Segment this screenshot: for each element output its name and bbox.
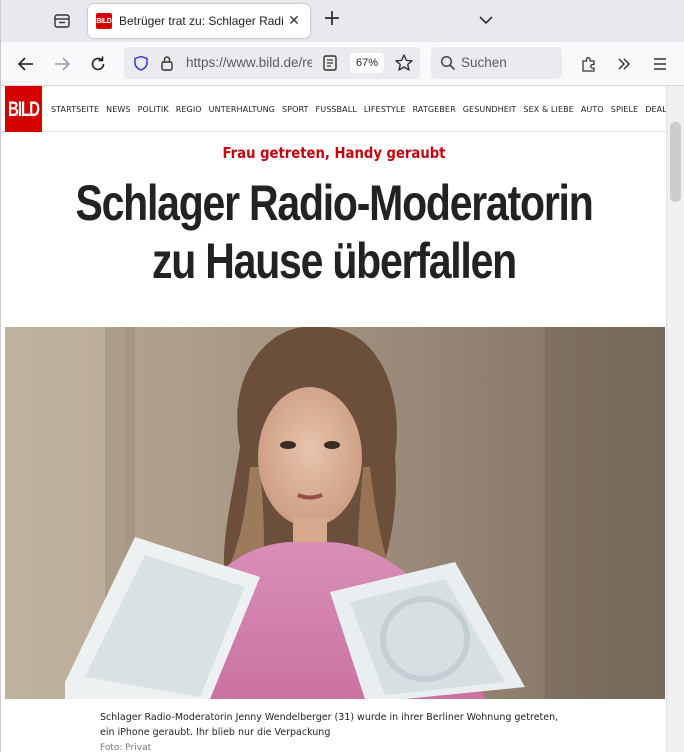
photo-credit: Foto: Privat bbox=[100, 743, 152, 752]
site-navigation: BILD STARTSEITE NEWS POLITIK REGIO UNTER… bbox=[1, 86, 666, 132]
url-text[interactable]: https://www.bild.de/regional/berlin bbox=[186, 55, 312, 70]
more-tools-button[interactable] bbox=[611, 51, 637, 77]
nav-item-lifestyle[interactable]: LIFESTYLE bbox=[364, 105, 406, 114]
nav-item-news[interactable]: NEWS bbox=[106, 105, 130, 114]
nav-item-regio[interactable]: REGIO bbox=[176, 105, 202, 114]
puzzle-extensions-icon bbox=[582, 57, 595, 72]
list-all-tabs-button[interactable] bbox=[475, 9, 497, 31]
bookmark-star-icon[interactable] bbox=[394, 53, 414, 73]
nav-item-politik[interactable]: POLITIK bbox=[138, 105, 169, 114]
bild-logo: BILD bbox=[5, 86, 42, 132]
nav-item-startseite[interactable]: STARTSEITE bbox=[51, 105, 99, 114]
double-chevron-right-icon bbox=[618, 58, 631, 70]
nav-item-fussball[interactable]: FUSSBALL bbox=[316, 105, 357, 114]
forward-button[interactable] bbox=[49, 51, 75, 77]
back-button[interactable] bbox=[13, 51, 39, 77]
reload-button[interactable] bbox=[85, 51, 111, 77]
nav-item-unterhaltung[interactable]: UNTERHALTUNG bbox=[209, 105, 275, 114]
firefox-view-button[interactable] bbox=[49, 8, 75, 34]
bild-favicon-icon: BILD bbox=[96, 13, 112, 29]
nav-item-sport[interactable]: SPORT bbox=[282, 105, 309, 114]
nav-item-auto[interactable]: AUTO bbox=[581, 105, 604, 114]
hamburger-menu-icon bbox=[654, 58, 666, 70]
lock-icon[interactable] bbox=[160, 55, 174, 71]
web-page: BILD STARTSEITE NEWS POLITIK REGIO UNTER… bbox=[0, 86, 666, 752]
nav-item-deals[interactable]: DEALS bbox=[645, 105, 666, 114]
article-hero-image[interactable] bbox=[5, 327, 665, 699]
search-placeholder[interactable]: Suchen bbox=[461, 55, 507, 70]
new-tab-button[interactable]: + bbox=[321, 8, 343, 31]
hero-photo bbox=[5, 327, 665, 699]
page-scrollbar[interactable] bbox=[666, 86, 684, 752]
search-bar[interactable]: Suchen bbox=[431, 47, 562, 79]
nav-item-ratgeber[interactable]: RATGEBER bbox=[413, 105, 456, 114]
article-headline: Schlager Radio-Moderatorin zu Hause über… bbox=[75, 175, 593, 289]
scrollbar-thumb[interactable] bbox=[670, 122, 681, 202]
arrow-left-icon bbox=[17, 57, 33, 71]
active-tab[interactable]: BILD Betrüger trat zu: Schlager Radio-Mo… bbox=[88, 4, 310, 38]
arrow-right-icon bbox=[55, 57, 71, 71]
tab-title: Betrüger trat zu: Schlager Radio-Moderat… bbox=[119, 14, 284, 28]
tab-close-icon[interactable]: ✕ bbox=[286, 13, 302, 29]
firefox-view-icon bbox=[54, 14, 70, 28]
bild-logo-link[interactable]: BILD bbox=[1, 86, 47, 132]
article-kicker: Frau getreten, Handy geraubt bbox=[222, 144, 446, 162]
zoom-level-button[interactable]: 67% bbox=[350, 53, 384, 73]
nav-item-gesundheit[interactable]: GESUNDHEIT bbox=[463, 105, 517, 114]
nav-menu: STARTSEITE NEWS POLITIK REGIO UNTERHALTU… bbox=[51, 86, 666, 132]
nav-item-sex-liebe[interactable]: SEX & LIEBE bbox=[523, 105, 573, 114]
navigation-toolbar: https://www.bild.de/regional/berlin 67% … bbox=[0, 42, 684, 86]
nav-item-spiele[interactable]: SPIELE bbox=[611, 105, 638, 114]
image-caption: Schlager Radio-Moderatorin Jenny Wendelb… bbox=[100, 712, 559, 738]
address-bar[interactable]: https://www.bild.de/regional/berlin 67% bbox=[124, 47, 420, 79]
chevron-down-icon bbox=[479, 16, 493, 25]
reader-view-icon[interactable] bbox=[321, 54, 339, 72]
extensions-button[interactable] bbox=[576, 51, 602, 77]
app-menu-button[interactable] bbox=[647, 51, 673, 77]
search-icon bbox=[440, 55, 456, 71]
tracking-protection-shield-icon[interactable] bbox=[133, 55, 149, 71]
tab-bar: BILD Betrüger trat zu: Schlager Radio-Mo… bbox=[0, 0, 684, 42]
reload-icon bbox=[91, 56, 105, 71]
